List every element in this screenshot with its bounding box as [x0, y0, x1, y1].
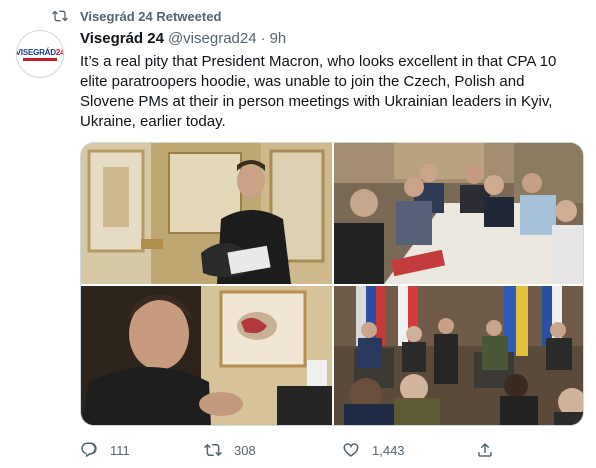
like-button[interactable]: 1,443: [342, 438, 405, 462]
share-icon: [478, 442, 492, 457]
photo-pms-meeting-table[interactable]: [334, 143, 583, 284]
avatar-logo-text: VISEGRÁD24: [16, 47, 64, 57]
author-handle[interactable]: @visegrad24: [168, 30, 257, 47]
tweet-header: Visegrád 24 @visegrad24 · 9h: [80, 30, 286, 47]
avatar[interactable]: VISEGRÁD24: [16, 30, 64, 78]
retweet-button[interactable]: 308: [204, 438, 256, 462]
like-count: 1,443: [372, 442, 405, 458]
tweet-text: It’s a real pity that President Macron, …: [80, 53, 557, 130]
author-name[interactable]: Visegrád 24: [80, 30, 164, 47]
retweet-icon: [52, 10, 68, 22]
photo-macron-standing[interactable]: [81, 143, 332, 284]
retweet-icon: [204, 443, 222, 457]
photo-macron-at-desk[interactable]: [81, 286, 332, 425]
reply-icon: [81, 442, 97, 457]
share-button[interactable]: [476, 438, 494, 462]
tweet-timestamp[interactable]: 9h: [270, 30, 287, 47]
header-separator: ·: [260, 30, 266, 47]
photo-press-conference-flags[interactable]: [334, 286, 583, 425]
media-grid: [80, 142, 584, 426]
retweeted-banner[interactable]: Visegrád 24 Retweeted: [52, 7, 221, 25]
retweet-count: 308: [234, 442, 256, 458]
reply-count: 111: [110, 442, 130, 458]
heart-icon: [343, 443, 359, 457]
tweet-actions: 111 308 1,443: [76, 438, 496, 462]
retweeted-by-text: Visegrád 24 Retweeted: [80, 8, 222, 24]
reply-button[interactable]: 111: [80, 438, 130, 462]
avatar-logo-bar: [23, 57, 57, 61]
